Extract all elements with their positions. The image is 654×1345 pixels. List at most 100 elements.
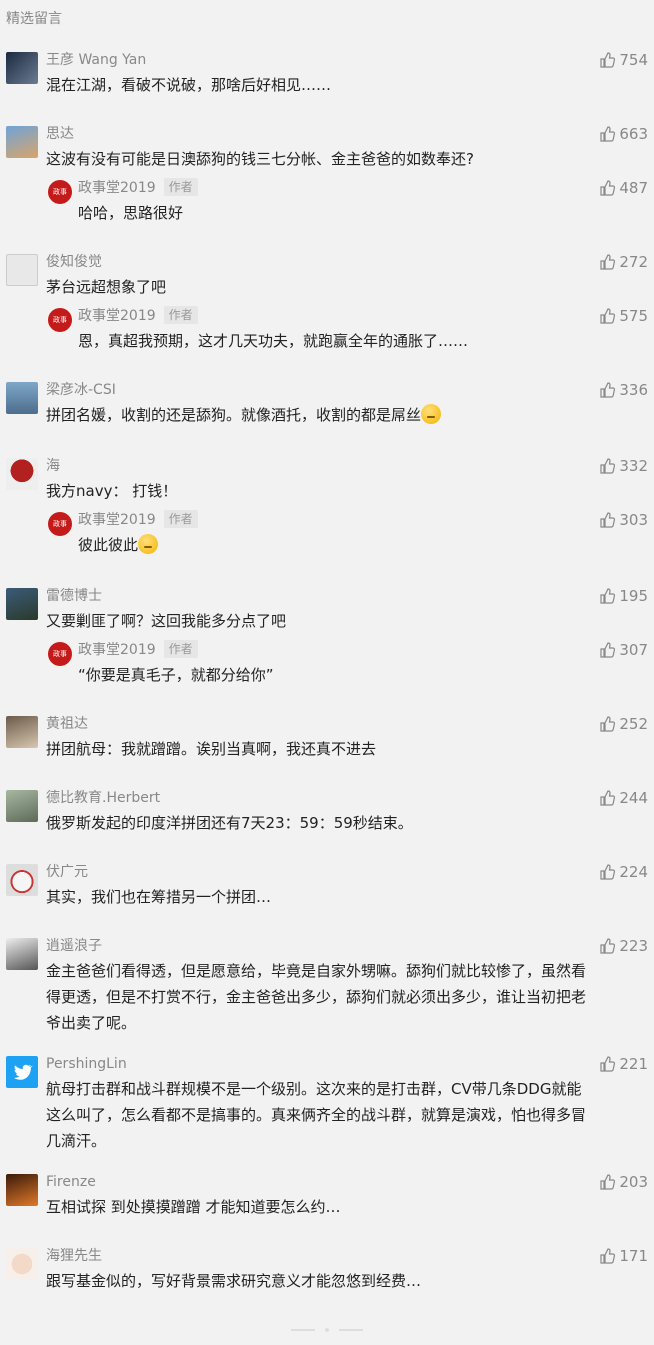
- comment-text: 茅台远超想象了吧: [46, 278, 167, 296]
- author-avatar[interactable]: 政事: [48, 512, 72, 536]
- avatar[interactable]: [6, 864, 38, 896]
- avatar[interactable]: [6, 1174, 38, 1206]
- like-count: 224: [619, 863, 648, 881]
- like-count: 221: [619, 1055, 648, 1073]
- emoji-icon: [421, 404, 442, 424]
- reply-author-name[interactable]: 政事堂2019 作者: [78, 306, 198, 326]
- comment-text: 混在江湖，看破不说破，那啥后好相见……: [46, 76, 332, 94]
- commenter-name[interactable]: 逍遥浪子: [46, 936, 102, 956]
- thumbs-up-icon: [600, 382, 616, 398]
- divider-dot: [325, 1328, 329, 1332]
- thumbs-up-icon: [600, 180, 616, 196]
- like-button[interactable]: 252: [599, 714, 648, 734]
- comment-text: 又要剿匪了啊？这回我能多分点了吧: [46, 612, 287, 630]
- bird-icon: [13, 1064, 33, 1080]
- avatar[interactable]: [6, 52, 38, 84]
- comment-text: 航母打击群和战斗群规模不是一个级别。这次来的是打击群，CV带几条DDG就能 这么…: [46, 1080, 587, 1150]
- commenter-name[interactable]: 俊知俊觉: [46, 252, 102, 272]
- like-count: 332: [619, 457, 648, 475]
- author-tag: 作者: [163, 306, 198, 324]
- reply-text: “你要是真毛子，就都分给你”: [78, 666, 274, 684]
- thumbs-up-icon: [600, 512, 616, 528]
- reply-author-name[interactable]: 政事堂2019 作者: [78, 640, 198, 660]
- avatar[interactable]: [6, 458, 38, 490]
- thumbs-up-icon: [600, 1056, 616, 1072]
- reply-author-name[interactable]: 政事堂2019 作者: [78, 510, 198, 530]
- commenter-name[interactable]: PershingLin: [46, 1054, 127, 1074]
- like-button[interactable]: 336: [599, 380, 648, 400]
- like-count: 575: [619, 307, 648, 325]
- comment-text: 这波有没有可能是日澳舔狗的钱三七分帐、金主爸爸的如数奉还?: [46, 150, 474, 168]
- like-button[interactable]: 575: [599, 306, 648, 326]
- like-count: 244: [619, 789, 648, 807]
- author-avatar[interactable]: 政事: [48, 180, 72, 204]
- reply-text: 彼此彼此: [78, 532, 654, 558]
- like-button[interactable]: 195: [599, 586, 648, 606]
- like-count: 336: [619, 381, 648, 399]
- like-count: 754: [619, 51, 648, 69]
- commenter-name[interactable]: 思达: [46, 124, 74, 144]
- like-count: 195: [619, 587, 648, 605]
- author-tag: 作者: [163, 510, 198, 528]
- like-button[interactable]: 663: [599, 124, 648, 144]
- commenter-name[interactable]: 雷德博士: [46, 586, 102, 606]
- thumbs-up-icon: [600, 716, 616, 732]
- commenter-name[interactable]: 黄祖达: [46, 714, 88, 734]
- avatar[interactable]: [6, 588, 38, 620]
- avatar[interactable]: [6, 1248, 38, 1280]
- commenter-name[interactable]: 王彦 Wang Yan: [46, 50, 146, 70]
- commenter-name[interactable]: Firenze: [46, 1172, 96, 1192]
- like-count: 252: [619, 715, 648, 733]
- comment-text: 俄罗斯发起的印度洋拼团还有7天23：59：59秒结束。: [46, 814, 413, 832]
- section-title: 精选留言: [6, 11, 62, 27]
- like-count: 272: [619, 253, 648, 271]
- avatar[interactable]: [6, 126, 38, 158]
- like-button[interactable]: 223: [599, 936, 648, 956]
- author-avatar[interactable]: 政事: [48, 642, 72, 666]
- comment-text: 拼团名媛，收割的还是舔狗。就像酒托，收割的都是屌丝: [46, 402, 646, 428]
- like-button[interactable]: 224: [599, 862, 648, 882]
- thumbs-up-icon: [600, 308, 616, 324]
- thumbs-up-icon: [600, 254, 616, 270]
- like-button[interactable]: 171: [599, 1246, 648, 1266]
- avatar[interactable]: [6, 1056, 38, 1088]
- comment-text: 跟写基金似的，写好背景需求研究意义才能忽悠到经费…: [46, 1272, 422, 1290]
- thumbs-up-icon: [600, 938, 616, 954]
- comment-text: 互相试探 到处摸摸蹭蹭 才能知道要怎么约…: [46, 1198, 341, 1216]
- commenter-name[interactable]: 梁彦冰-CSI: [46, 380, 116, 400]
- avatar[interactable]: [6, 382, 38, 414]
- end-of-list-divider: [0, 1328, 654, 1332]
- avatar[interactable]: [6, 790, 38, 822]
- like-button[interactable]: 303: [599, 510, 648, 530]
- reply-text: 哈哈，思路很好: [78, 204, 184, 222]
- reply-text: 恩，真超我预期，这才几天功夫，就跑赢全年的通胀了……: [78, 332, 469, 350]
- commenter-name[interactable]: 德比教育.Herbert: [46, 788, 160, 808]
- like-button[interactable]: 221: [599, 1054, 648, 1074]
- author-tag: 作者: [163, 640, 198, 658]
- avatar[interactable]: [6, 716, 38, 748]
- reply-author-name[interactable]: 政事堂2019 作者: [78, 178, 198, 198]
- like-button[interactable]: 754: [599, 50, 648, 70]
- author-avatar[interactable]: 政事: [48, 308, 72, 332]
- comment-text: 其实，我们也在筹措另一个拼团…: [46, 888, 272, 906]
- comment-text: 拼团航母：我就蹭蹭。诶别当真啊，我还真不进去: [46, 740, 377, 758]
- emoji-icon: [138, 534, 159, 554]
- avatar[interactable]: [6, 254, 38, 286]
- like-button[interactable]: 307: [599, 640, 648, 660]
- like-button[interactable]: 203: [599, 1172, 648, 1192]
- like-button[interactable]: 272: [599, 252, 648, 272]
- like-button[interactable]: 332: [599, 456, 648, 476]
- commenter-name[interactable]: 海狸先生: [46, 1246, 102, 1266]
- like-button[interactable]: 487: [599, 178, 648, 198]
- thumbs-up-icon: [600, 1248, 616, 1264]
- commenter-name[interactable]: 伏广元: [46, 862, 88, 882]
- thumbs-up-icon: [600, 1174, 616, 1190]
- comment-text: 金主爸爸们看得透，但是愿意给，毕竟是自家外甥嘛。舔狗们就比较惨了，虽然看 得更透…: [46, 962, 587, 1032]
- avatar[interactable]: [6, 938, 38, 970]
- like-count: 171: [619, 1247, 648, 1265]
- commenter-name[interactable]: 海: [46, 456, 60, 476]
- like-button[interactable]: 244: [599, 788, 648, 808]
- thumbs-up-icon: [600, 588, 616, 604]
- thumbs-up-icon: [600, 864, 616, 880]
- comment-text: 我方navy： 打钱！: [46, 482, 178, 500]
